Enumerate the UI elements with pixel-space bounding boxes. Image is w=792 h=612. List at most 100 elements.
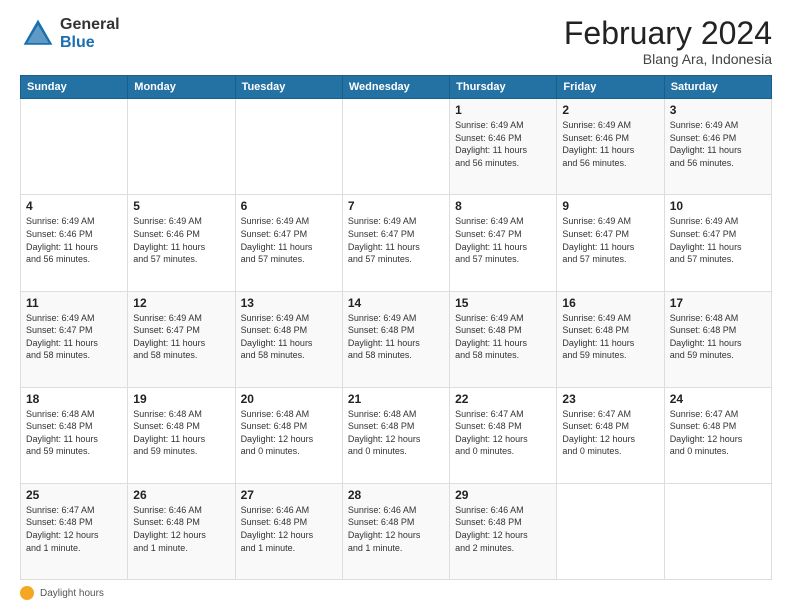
location: Blang Ara, Indonesia — [564, 51, 772, 67]
day-detail: Sunrise: 6:46 AM Sunset: 6:48 PM Dayligh… — [133, 504, 229, 554]
day-detail: Sunrise: 6:49 AM Sunset: 6:47 PM Dayligh… — [348, 215, 444, 265]
week-row-2: 11 Sunrise: 6:49 AM Sunset: 6:47 PM Dayli… — [21, 291, 772, 387]
day-number: 20 — [241, 392, 337, 406]
day-detail: Sunrise: 6:49 AM Sunset: 6:47 PM Dayligh… — [670, 215, 766, 265]
day-cell: 16Sunrise: 6:49 AM Sunset: 6:48 PM Dayli… — [557, 291, 664, 387]
logo-icon — [20, 16, 56, 52]
day-number: 23 — [562, 392, 658, 406]
day-detail: Sunrise: 6:48 AM Sunset: 6:48 PM Dayligh… — [348, 408, 444, 458]
day-detail: Sunrise: 6:49 AM Sunset: 6:46 PM Dayligh… — [133, 215, 229, 265]
logo-blue-text: Blue — [60, 34, 120, 52]
logo-text: General Blue — [60, 16, 120, 51]
day-cell: 24 Sunrise: 6:47 AM Sunset: 6:48 PM Dayli… — [664, 387, 771, 483]
header-cell-saturday: Saturday — [664, 76, 771, 99]
page: General Blue February 2024 Blang Ara, In… — [0, 0, 792, 612]
day-cell: 28 Sunrise: 6:46 AM Sunset: 6:48 PM Dayli… — [342, 483, 449, 579]
header-cell-sunday: Sunday — [21, 76, 128, 99]
day-detail: Sunrise: 6:49 AM Sunset: 6:47 PM Dayligh… — [241, 215, 337, 265]
day-cell: 19 Sunrise: 6:48 AM Sunset: 6:48 PM Dayli… — [128, 387, 235, 483]
day-cell: 15 Sunrise: 6:49 AM Sunset: 6:48 PM Dayli… — [450, 291, 557, 387]
calendar-table: SundayMondayTuesdayWednesdayThursdayFrid… — [20, 75, 772, 580]
day-number: 7 — [348, 199, 444, 213]
day-cell: 4Sunrise: 6:49 AM Sunset: 6:46 PM Daylig… — [21, 195, 128, 291]
day-cell: 7 Sunrise: 6:49 AM Sunset: 6:47 PM Daylig… — [342, 195, 449, 291]
day-detail: Sunrise: 6:49 AM Sunset: 6:48 PM Dayligh… — [562, 312, 658, 362]
day-number: 1 — [455, 103, 551, 117]
header-cell-tuesday: Tuesday — [235, 76, 342, 99]
day-cell: 27Sunrise: 6:46 AM Sunset: 6:48 PM Dayli… — [235, 483, 342, 579]
week-row-4: 25Sunrise: 6:47 AM Sunset: 6:48 PM Dayli… — [21, 483, 772, 579]
day-number: 19 — [133, 392, 229, 406]
calendar-header: SundayMondayTuesdayWednesdayThursdayFrid… — [21, 76, 772, 99]
day-number: 24 — [670, 392, 766, 406]
day-number: 15 — [455, 296, 551, 310]
day-cell: 29 Sunrise: 6:46 AM Sunset: 6:48 PM Dayli… — [450, 483, 557, 579]
day-cell — [664, 483, 771, 579]
day-detail: Sunrise: 6:49 AM Sunset: 6:47 PM Dayligh… — [455, 215, 551, 265]
day-detail: Sunrise: 6:49 AM Sunset: 6:48 PM Dayligh… — [348, 312, 444, 362]
day-detail: Sunrise: 6:47 AM Sunset: 6:48 PM Dayligh… — [670, 408, 766, 458]
title-block: February 2024 Blang Ara, Indonesia — [564, 16, 772, 67]
day-detail: Sunrise: 6:47 AM Sunset: 6:48 PM Dayligh… — [562, 408, 658, 458]
day-cell: 11 Sunrise: 6:49 AM Sunset: 6:47 PM Dayli… — [21, 291, 128, 387]
day-cell: 20 Sunrise: 6:48 AM Sunset: 6:48 PM Dayli… — [235, 387, 342, 483]
day-detail: Sunrise: 6:46 AM Sunset: 6:48 PM Dayligh… — [455, 504, 551, 554]
day-cell: 26Sunrise: 6:46 AM Sunset: 6:48 PM Dayli… — [128, 483, 235, 579]
footer-note: Daylight hours — [20, 586, 772, 600]
day-cell: 17 Sunrise: 6:48 AM Sunset: 6:48 PM Dayli… — [664, 291, 771, 387]
day-number: 11 — [26, 296, 122, 310]
day-detail: Sunrise: 6:48 AM Sunset: 6:48 PM Dayligh… — [241, 408, 337, 458]
day-cell: 1 Sunrise: 6:49 AM Sunset: 6:46 PM Daylig… — [450, 99, 557, 195]
day-cell: 22 Sunrise: 6:47 AM Sunset: 6:48 PM Dayli… — [450, 387, 557, 483]
month-title: February 2024 — [564, 16, 772, 51]
day-cell: 10 Sunrise: 6:49 AM Sunset: 6:47 PM Dayli… — [664, 195, 771, 291]
header-cell-friday: Friday — [557, 76, 664, 99]
day-detail: Sunrise: 6:47 AM Sunset: 6:48 PM Dayligh… — [455, 408, 551, 458]
week-row-3: 18 Sunrise: 6:48 AM Sunset: 6:48 PM Dayli… — [21, 387, 772, 483]
day-detail: Sunrise: 6:49 AM Sunset: 6:46 PM Dayligh… — [670, 119, 766, 169]
day-cell: 23 Sunrise: 6:47 AM Sunset: 6:48 PM Dayli… — [557, 387, 664, 483]
day-cell: 14 Sunrise: 6:49 AM Sunset: 6:48 PM Dayli… — [342, 291, 449, 387]
day-detail: Sunrise: 6:49 AM Sunset: 6:46 PM Dayligh… — [455, 119, 551, 169]
day-detail: Sunrise: 6:46 AM Sunset: 6:48 PM Dayligh… — [241, 504, 337, 554]
day-number: 18 — [26, 392, 122, 406]
day-number: 2 — [562, 103, 658, 117]
header-cell-thursday: Thursday — [450, 76, 557, 99]
day-detail: Sunrise: 6:49 AM Sunset: 6:48 PM Dayligh… — [455, 312, 551, 362]
day-number: 12 — [133, 296, 229, 310]
day-number: 3 — [670, 103, 766, 117]
day-cell: 2 Sunrise: 6:49 AM Sunset: 6:46 PM Daylig… — [557, 99, 664, 195]
day-number: 17 — [670, 296, 766, 310]
header-cell-monday: Monday — [128, 76, 235, 99]
day-cell: 21 Sunrise: 6:48 AM Sunset: 6:48 PM Dayli… — [342, 387, 449, 483]
day-cell: 3 Sunrise: 6:49 AM Sunset: 6:46 PM Daylig… — [664, 99, 771, 195]
day-detail: Sunrise: 6:49 AM Sunset: 6:46 PM Dayligh… — [562, 119, 658, 169]
logo: General Blue — [20, 16, 120, 52]
day-cell: 9Sunrise: 6:49 AM Sunset: 6:47 PM Daylig… — [557, 195, 664, 291]
week-row-0: 1 Sunrise: 6:49 AM Sunset: 6:46 PM Daylig… — [21, 99, 772, 195]
logo-general-text: General — [60, 16, 120, 34]
week-row-1: 4Sunrise: 6:49 AM Sunset: 6:46 PM Daylig… — [21, 195, 772, 291]
day-number: 29 — [455, 488, 551, 502]
day-detail: Sunrise: 6:48 AM Sunset: 6:48 PM Dayligh… — [133, 408, 229, 458]
day-cell: 5 Sunrise: 6:49 AM Sunset: 6:46 PM Daylig… — [128, 195, 235, 291]
day-number: 14 — [348, 296, 444, 310]
day-number: 6 — [241, 199, 337, 213]
day-cell: 25Sunrise: 6:47 AM Sunset: 6:48 PM Dayli… — [21, 483, 128, 579]
day-number: 10 — [670, 199, 766, 213]
header-cell-wednesday: Wednesday — [342, 76, 449, 99]
day-number: 28 — [348, 488, 444, 502]
day-detail: Sunrise: 6:49 AM Sunset: 6:47 PM Dayligh… — [26, 312, 122, 362]
day-detail: Sunrise: 6:49 AM Sunset: 6:47 PM Dayligh… — [133, 312, 229, 362]
day-number: 21 — [348, 392, 444, 406]
day-cell — [128, 99, 235, 195]
day-cell — [342, 99, 449, 195]
day-cell — [557, 483, 664, 579]
day-detail: Sunrise: 6:48 AM Sunset: 6:48 PM Dayligh… — [670, 312, 766, 362]
sun-icon — [20, 586, 34, 600]
day-number: 22 — [455, 392, 551, 406]
day-number: 5 — [133, 199, 229, 213]
day-detail: Sunrise: 6:46 AM Sunset: 6:48 PM Dayligh… — [348, 504, 444, 554]
day-number: 13 — [241, 296, 337, 310]
header: General Blue February 2024 Blang Ara, In… — [20, 16, 772, 67]
